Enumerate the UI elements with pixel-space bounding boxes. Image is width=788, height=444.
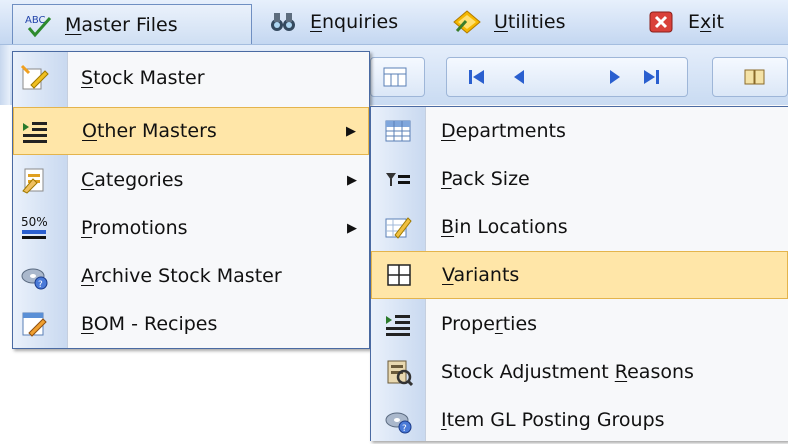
grid-view-icon[interactable] bbox=[380, 63, 410, 91]
binoculars-icon bbox=[268, 8, 298, 36]
menu-item-archive-stock-master[interactable]: ? Archive Stock Master bbox=[13, 252, 369, 300]
other-masters-submenu: Departments Pack Size Bin Locations Vari… bbox=[370, 106, 788, 441]
svg-text:?: ? bbox=[38, 280, 43, 290]
last-record-icon[interactable] bbox=[636, 63, 666, 91]
menu-item-stock-master[interactable]: Stock Master bbox=[13, 54, 369, 102]
percent-off-icon: 50% bbox=[17, 211, 51, 245]
categories-icon bbox=[17, 163, 51, 197]
menu-item-properties[interactable]: Properties bbox=[371, 300, 788, 348]
master-files-menu: Stock Master Other Masters ▶ Categories … bbox=[12, 51, 370, 349]
next-record-icon[interactable] bbox=[600, 63, 630, 91]
recipe-edit-icon bbox=[17, 307, 51, 341]
menu-item-categories[interactable]: Categories ▶ bbox=[13, 156, 369, 204]
menu-enquiries[interactable]: Enquiries bbox=[258, 4, 408, 40]
bin-edit-icon bbox=[381, 210, 415, 244]
departments-grid-icon bbox=[381, 114, 415, 148]
submenu-arrow-icon: ▶ bbox=[347, 172, 357, 188]
svg-text:50%: 50% bbox=[21, 215, 48, 229]
menu-item-other-masters[interactable]: Other Masters ▶ bbox=[13, 107, 369, 155]
stock-master-icon bbox=[17, 61, 51, 95]
archive-disc-icon: ? bbox=[381, 403, 415, 437]
svg-text:?: ? bbox=[402, 424, 407, 434]
menu-item-promotions[interactable]: 50% Promotions ▶ bbox=[13, 204, 369, 252]
diamond-icon bbox=[452, 8, 482, 36]
menu-item-pack-size[interactable]: Pack Size bbox=[371, 155, 788, 203]
submenu-arrow-icon: ▶ bbox=[346, 123, 356, 139]
list-indent-icon bbox=[18, 114, 52, 148]
menu-item-departments[interactable]: Departments bbox=[371, 107, 788, 155]
book-icon[interactable] bbox=[740, 63, 770, 91]
previous-record-icon[interactable] bbox=[504, 63, 534, 91]
menu-item-bom-recipes[interactable]: BOM - Recipes bbox=[13, 300, 369, 348]
menu-item-item-gl-posting-groups[interactable]: ? Item GL Posting Groups bbox=[371, 396, 788, 444]
submenu-arrow-icon: ▶ bbox=[347, 220, 357, 236]
menu-bar: ABC Master Files Enquiries Utilities Exi… bbox=[0, 0, 788, 45]
menu-item-stock-adjustment-reasons[interactable]: Stock Adjustment Reasons bbox=[371, 348, 788, 396]
first-record-icon[interactable] bbox=[462, 63, 492, 91]
close-red-icon bbox=[646, 8, 676, 36]
abc-check-icon: ABC bbox=[23, 11, 53, 39]
table-grid-icon bbox=[382, 258, 416, 292]
adjust-book-icon bbox=[381, 355, 415, 389]
menu-item-bin-locations[interactable]: Bin Locations bbox=[371, 203, 788, 251]
archive-disc-icon: ? bbox=[17, 259, 51, 293]
menu-item-variants[interactable]: Variants bbox=[371, 251, 788, 299]
menu-utilities[interactable]: Utilities bbox=[442, 4, 576, 40]
filter-list-icon bbox=[381, 162, 415, 196]
menu-master-files[interactable]: ABC Master Files bbox=[12, 4, 252, 44]
menu-exit[interactable]: Exit bbox=[636, 4, 734, 40]
list-indent-icon bbox=[381, 307, 415, 341]
